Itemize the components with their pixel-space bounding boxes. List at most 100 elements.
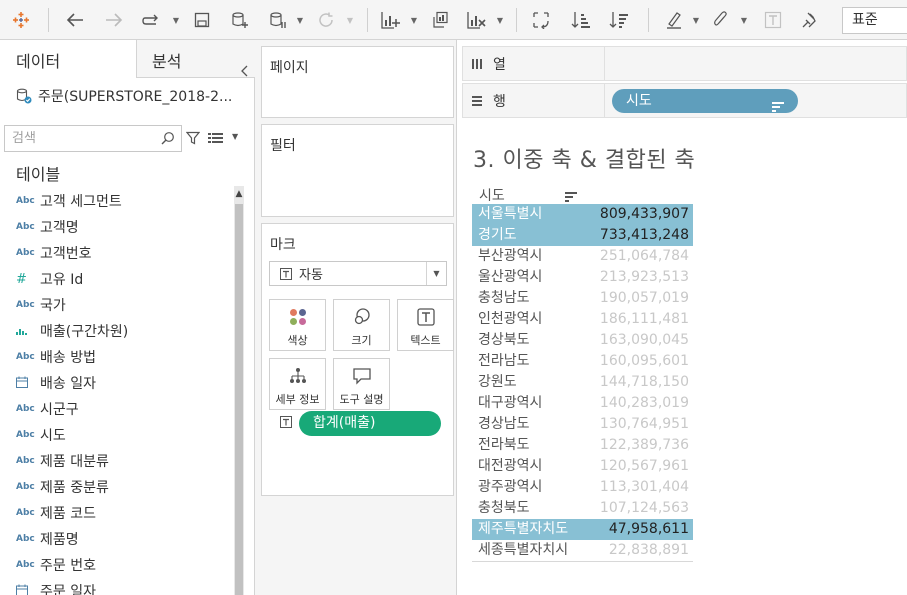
field-item[interactable]: # 고유 Id (0, 266, 234, 292)
field-item[interactable]: Abc 제품 코드 (0, 500, 234, 526)
swap-icon[interactable] (528, 8, 554, 32)
table-row[interactable]: 경기도 733,413,248 (472, 225, 693, 246)
field-item[interactable]: 배송 일자 (0, 370, 234, 396)
field-item[interactable]: Abc 제품 대분류 (0, 448, 234, 474)
field-item[interactable]: Abc 주문 번호 (0, 552, 234, 578)
tab-analysis[interactable]: 분석 (136, 40, 255, 78)
scroll-up-icon[interactable]: ▲ (234, 186, 244, 202)
field-item[interactable]: 매출(구간차원) (0, 318, 234, 344)
sales-value-cell[interactable]: 144,718,150 (592, 372, 693, 393)
table-row[interactable]: 서울특별시 809,433,907 (472, 204, 693, 225)
datasource-item[interactable]: 주문(SUPERSTORE_2018-2... (16, 85, 232, 107)
zoom-select[interactable]: 표준 (842, 7, 907, 34)
table-row[interactable]: 전라남도 160,095,601 (472, 351, 693, 372)
table-row[interactable]: 제주특별자치도 47,958,611 (472, 519, 693, 540)
field-item[interactable]: Abc 고객 세그먼트 (0, 188, 234, 214)
duplicate-icon[interactable] (428, 8, 452, 32)
clear-caret-icon[interactable]: ▼ (496, 8, 504, 32)
province-cell[interactable]: 제주특별자치도 (472, 519, 592, 540)
new-datasource-icon[interactable] (228, 8, 252, 32)
sales-value-cell[interactable]: 47,958,611 (592, 519, 693, 540)
province-cell[interactable]: 경상남도 (472, 414, 592, 435)
table-row[interactable]: 울산광역시 213,923,513 (472, 267, 693, 288)
text-button[interactable]: 텍스트 (397, 299, 454, 351)
table-row[interactable]: 전라북도 122,389,736 (472, 435, 693, 456)
field-item[interactable]: Abc 시도 (0, 422, 234, 448)
province-pill[interactable]: 시도 (612, 89, 798, 113)
table-row[interactable]: 인천광역시 186,111,481 (472, 309, 693, 330)
pages-card[interactable]: 페이지 (261, 46, 454, 118)
tab-data[interactable]: 데이터 (0, 40, 136, 78)
table-row[interactable]: 경상북도 163,090,045 (472, 330, 693, 351)
filters-card[interactable]: 필터 (261, 124, 454, 217)
collapse-chevron-icon[interactable] (241, 52, 249, 96)
sales-value-cell[interactable]: 186,111,481 (592, 309, 693, 330)
province-cell[interactable]: 경상북도 (472, 330, 592, 351)
sort-icon[interactable] (772, 96, 784, 120)
filter-icon[interactable] (185, 131, 201, 149)
sales-value-cell[interactable]: 190,057,019 (592, 288, 693, 309)
refresh-caret-icon[interactable]: ▼ (346, 8, 354, 32)
list-view-icon[interactable] (208, 132, 224, 148)
new-worksheet-caret-icon[interactable]: ▼ (410, 8, 418, 32)
rows-shelf[interactable]: 행 시도 (462, 83, 907, 118)
mark-type-caret-icon[interactable]: ▼ (426, 262, 446, 285)
tableau-logo-icon[interactable] (8, 8, 34, 32)
province-cell[interactable]: 부산광역시 (472, 246, 592, 267)
province-cell[interactable]: 광주광역시 (472, 477, 592, 498)
tooltip-button[interactable]: 도구 설명 (333, 358, 390, 410)
pause-update-icon[interactable] (266, 8, 290, 32)
sales-value-cell[interactable]: 251,064,784 (592, 246, 693, 267)
forward-icon[interactable] (101, 8, 127, 32)
scroll-thumb[interactable] (235, 204, 243, 595)
highlight-icon[interactable] (662, 8, 686, 32)
labels-icon[interactable] (760, 8, 786, 32)
scrollbar[interactable]: ▲ (234, 186, 244, 595)
field-item[interactable]: Abc 제품명 (0, 526, 234, 552)
search-input[interactable] (5, 126, 155, 151)
annotate-caret-icon[interactable]: ▼ (740, 8, 748, 32)
columns-shelf[interactable]: 열 (462, 46, 907, 81)
highlight-caret-icon[interactable]: ▼ (692, 8, 700, 32)
table-row[interactable]: 대전광역시 120,567,961 (472, 456, 693, 477)
new-worksheet-icon[interactable] (378, 8, 404, 32)
sales-value-cell[interactable]: 809,433,907 (592, 204, 693, 225)
province-cell[interactable]: 대전광역시 (472, 456, 592, 477)
table-row[interactable]: 광주광역시 113,301,404 (472, 477, 693, 498)
sales-value-cell[interactable]: 160,095,601 (592, 351, 693, 372)
field-item[interactable]: Abc 고객번호 (0, 240, 234, 266)
province-cell[interactable]: 서울특별시 (472, 204, 592, 225)
sales-value-cell[interactable]: 163,090,045 (592, 330, 693, 351)
search-icon[interactable] (161, 131, 175, 149)
sales-value-cell[interactable]: 213,923,513 (592, 267, 693, 288)
field-item[interactable]: Abc 국가 (0, 292, 234, 318)
province-cell[interactable]: 대구광역시 (472, 393, 592, 414)
connect-caret-icon[interactable]: ▼ (172, 8, 180, 32)
province-cell[interactable]: 전라북도 (472, 435, 592, 456)
mark-type-select[interactable]: 자동 ▼ (269, 261, 447, 286)
field-item[interactable]: Abc 시군구 (0, 396, 234, 422)
table-row[interactable]: 부산광역시 251,064,784 (472, 246, 693, 267)
save-icon[interactable] (190, 8, 214, 32)
refresh-icon[interactable] (314, 8, 338, 32)
clear-icon[interactable] (464, 8, 490, 32)
province-cell[interactable]: 인천광역시 (472, 309, 592, 330)
table-row[interactable]: 충청북도 107,124,563 (472, 498, 693, 519)
view-caret-icon[interactable]: ▼ (232, 132, 238, 141)
annotate-icon[interactable] (708, 8, 732, 32)
field-item[interactable]: Abc 제품 중분류 (0, 474, 234, 500)
detail-button[interactable]: 세부 정보 (269, 358, 326, 410)
color-button[interactable]: 색상 (269, 299, 326, 351)
fix-axes-icon[interactable] (798, 8, 822, 32)
table-row[interactable]: 충청남도 190,057,019 (472, 288, 693, 309)
sales-value-cell[interactable]: 107,124,563 (592, 498, 693, 519)
pause-caret-icon[interactable]: ▼ (296, 8, 304, 32)
column-header[interactable]: 시도 (479, 185, 505, 205)
sales-value-cell[interactable]: 122,389,736 (592, 435, 693, 456)
province-cell[interactable]: 전라남도 (472, 351, 592, 372)
connect-icon[interactable] (140, 8, 164, 32)
province-cell[interactable]: 울산광역시 (472, 267, 592, 288)
sort-descending-icon[interactable] (606, 8, 632, 32)
back-icon[interactable] (62, 8, 88, 32)
province-cell[interactable]: 경기도 (472, 225, 592, 246)
